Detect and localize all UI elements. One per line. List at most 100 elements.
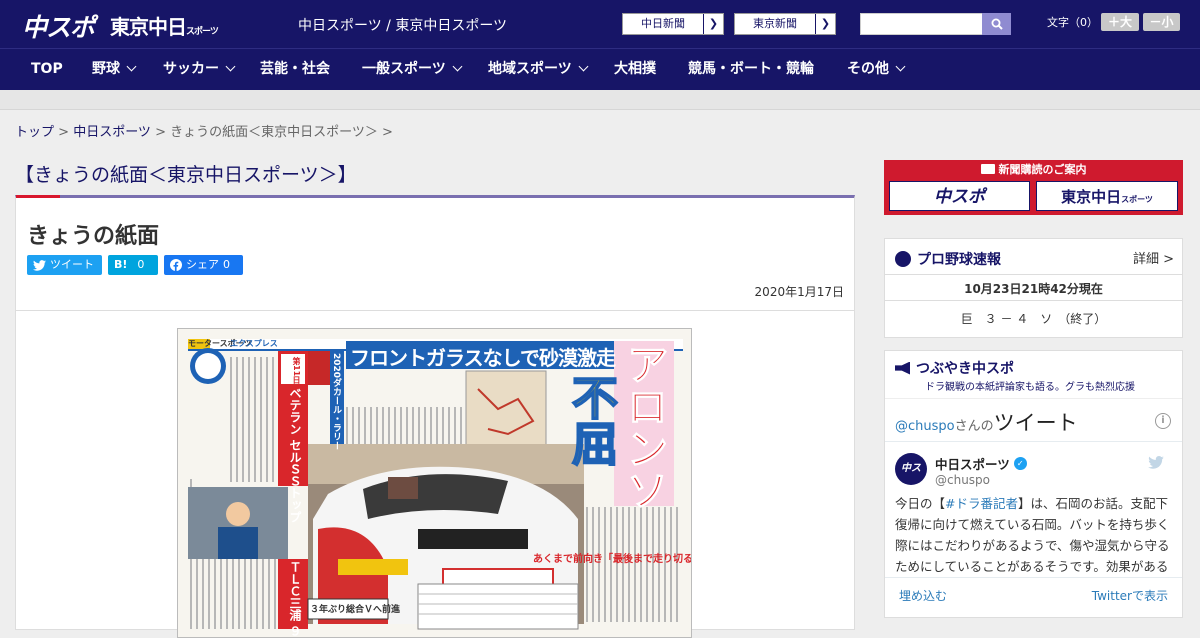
chevron-right-icon: ❯ (703, 14, 723, 34)
article-title: きょうの紙面 (27, 224, 160, 249)
hatena-button[interactable]: B! 0 (108, 255, 158, 275)
article-date: 2020年1月17日 (754, 285, 844, 299)
accent-bar (16, 195, 60, 198)
paper-side-label: 第11日 (292, 357, 301, 385)
newspaper-front-page-image[interactable]: モータースポーツ エクスプレス フロントガラスなしで砂漠激走 アロンソ 不屈 ベ… (177, 328, 692, 638)
subscribe-chuspo-button[interactable]: 中スポ (889, 181, 1030, 211)
tweets-card: つぶやき中スポ ドラ観戦の本紙評論家も語る。グラも熱烈応援 @chuspoさんの… (884, 350, 1183, 618)
subscription-title-text: 新聞購読のご案内 (998, 163, 1087, 176)
twitter-bird-icon (33, 259, 46, 271)
divider (16, 310, 854, 311)
nav-label: サッカー (163, 61, 219, 77)
tweets-title: つぶやき中スポ (916, 361, 1014, 377)
info-icon[interactable]: i (1155, 413, 1171, 429)
paper-box-label: ３年ぶり総合Ｖへ前進 (310, 605, 401, 615)
paper-rally-label: 2020ダカール・ラリー (331, 353, 341, 451)
divider (885, 300, 1182, 301)
facebook-icon (170, 259, 182, 271)
account-avatar[interactable]: 中ス (895, 453, 927, 485)
search-button[interactable] (982, 13, 1011, 35)
account-handle[interactable]: @chuspo (935, 473, 990, 487)
ad-strip (0, 90, 1200, 110)
breadcrumb: トップ > 中日スポーツ > きょうの紙面＜東京中日スポーツ＞ > (15, 121, 393, 140)
view-on-twitter-link[interactable]: Twitterで表示 (1092, 587, 1168, 604)
chunichi-shimbun-link[interactable]: 中日新聞 ❯ (622, 13, 724, 35)
tokyo-chunichi-logo-text: 東京中日 (110, 15, 187, 39)
pro-baseball-title: プロ野球速報 (917, 252, 1001, 268)
twitter-bird-icon[interactable] (1148, 454, 1164, 473)
chunichi-shimbun-label: 中日新聞 (641, 17, 685, 30)
breadcrumb-chunichi-sports[interactable]: 中日スポーツ (73, 125, 151, 140)
sub-logo-2-small: スポーツ (1121, 195, 1153, 204)
pro-baseball-detail-link[interactable]: 詳細 > (1133, 248, 1174, 267)
timeline-tweet-word: ツイート (993, 411, 1078, 435)
tweet-label: ツイート (50, 258, 94, 271)
timeline-handle-suffix: さんの (954, 419, 994, 434)
timeline-header: @chuspoさんのツイート (895, 407, 1078, 437)
tokyo-shimbun-link[interactable]: 東京新聞 ❯ (734, 13, 836, 35)
nav-item-baseball[interactable]: 野球 (92, 49, 137, 90)
nav-item-soccer[interactable]: サッカー (163, 49, 236, 90)
main-nav: TOP 野球 サッカー 芸能・社会 一般スポーツ 地域スポーツ 大相撲 競馬・ボ… (0, 48, 1200, 90)
account-name: 中日スポーツ (935, 457, 1010, 472)
newspaper-icon (980, 164, 995, 174)
hashtag-link[interactable]: #ドラ番記者 (945, 496, 1018, 511)
paper-main-headline-top: アロンソ (620, 343, 670, 512)
facebook-share-count: 0 (223, 258, 230, 271)
subscription-banner[interactable]: 新聞購読のご案内 中スポ 東京中日スポーツ (884, 160, 1183, 215)
subscribe-tokyo-chunichi-button[interactable]: 東京中日スポーツ (1036, 181, 1178, 211)
breadcrumb-top[interactable]: トップ (15, 125, 54, 140)
nav-label: 大相撲 (614, 61, 656, 77)
embed-link[interactable]: 埋め込む (899, 587, 947, 604)
chuspo-logo[interactable]: 中スポ (22, 8, 95, 44)
facebook-share-button[interactable]: シェア 0 (164, 255, 243, 275)
chevron-down-icon (452, 61, 463, 72)
chevron-down-icon (895, 61, 906, 72)
sub-logo-2: 東京中日 (1061, 188, 1122, 206)
tweet-text-pre: 今日の【 (895, 496, 946, 511)
facebook-share-label: シェア (186, 258, 219, 271)
nav-item-racing[interactable]: 競馬・ボート・競輪 (688, 49, 814, 90)
subscription-title: 新聞購読のご案内 (884, 160, 1183, 179)
tokyo-chunichi-logo[interactable]: 東京中日スポーツ (110, 11, 219, 40)
font-smaller-button[interactable]: －小 (1143, 13, 1180, 31)
nav-item-top[interactable]: TOP (31, 49, 63, 90)
article-card: きょうの紙面 ツイート B! 0 シェア 0 2020年1月17日 モータースポ… (15, 195, 855, 638)
search-icon (991, 18, 1003, 30)
pro-baseball-header: プロ野球速報 (895, 249, 1001, 269)
nav-item-other[interactable]: その他 (847, 49, 906, 90)
site-title[interactable]: 中日スポーツ / 東京中日スポーツ (298, 15, 507, 35)
font-larger-button[interactable]: ＋大 (1101, 13, 1139, 31)
paper-quote: あくまで前向き「最後まで走り切る」 (533, 554, 692, 565)
divider (885, 274, 1182, 275)
game-score[interactable]: 巨 ３ － ４ ソ （終了） (885, 310, 1182, 327)
breadcrumb-current: > きょうの紙面＜東京中日スポーツ＞ > (150, 125, 393, 140)
tokyo-chunichi-logo-small: スポーツ (186, 27, 219, 37)
tweet-button[interactable]: ツイート (27, 255, 102, 275)
chevron-right-icon: ❯ (815, 14, 835, 34)
nav-item-regional-sports[interactable]: 地域スポーツ (488, 49, 589, 90)
paper-section-name: エクスプレス (230, 339, 278, 348)
divider (885, 398, 1182, 399)
sub-logo-1: 中スポ (934, 187, 985, 207)
nav-item-sumo[interactable]: 大相撲 (614, 49, 656, 90)
top-header: 中スポ 東京中日スポーツ 中日スポーツ / 東京中日スポーツ 中日新聞 ❯ 東京… (0, 0, 1200, 48)
font-size-label: 文字（0） (1047, 16, 1098, 29)
megaphone-icon (895, 361, 910, 375)
account-name-row[interactable]: 中日スポーツ ✓ (935, 454, 1027, 473)
timeline-handle-link[interactable]: @chuspo (895, 419, 955, 434)
nav-item-general-sports[interactable]: 一般スポーツ (362, 49, 463, 90)
nav-label: 野球 (92, 61, 120, 77)
chevron-down-icon (578, 61, 589, 72)
nav-label: 競馬・ボート・競輪 (688, 61, 814, 77)
verified-badge-icon: ✓ (1013, 457, 1027, 470)
tweets-subtitle: ドラ観戦の本紙評論家も語る。グラも熱烈応援 (925, 382, 1135, 393)
nav-label: 芸能・社会 (260, 61, 330, 77)
tokyo-shimbun-label: 東京新聞 (753, 17, 797, 30)
tweets-header: つぶやき中スポ (895, 358, 1014, 378)
breadcrumb-sep: > (54, 125, 74, 140)
nav-item-entertainment[interactable]: 芸能・社会 (260, 49, 330, 90)
score-timestamp: 10月23日21時42分現在 (964, 282, 1103, 296)
divider (885, 577, 1182, 578)
hatena-label: B! (114, 258, 128, 271)
